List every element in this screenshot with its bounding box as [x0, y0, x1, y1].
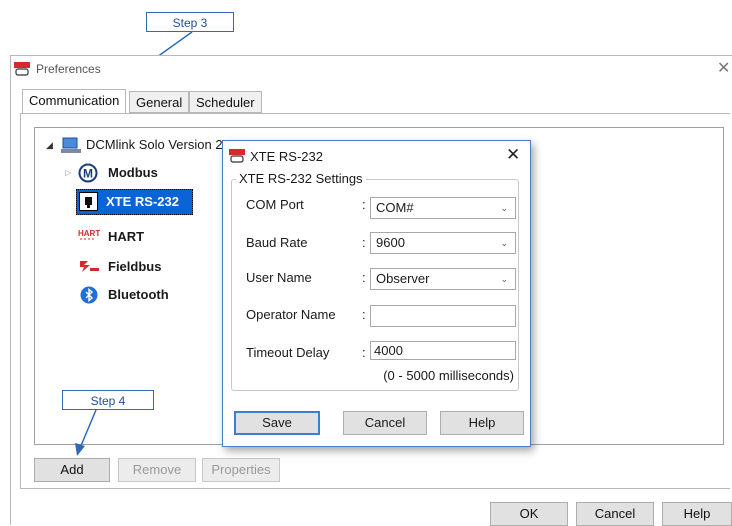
colon: :	[362, 270, 366, 285]
timeout-delay-label: Timeout Delay	[246, 345, 330, 360]
chevron-down-icon: ⌄	[500, 274, 508, 284]
dialog-logo-icon	[229, 149, 245, 163]
dialog-title: XTE RS-232	[250, 149, 323, 164]
operator-name-label: Operator Name	[246, 307, 336, 322]
colon: :	[362, 197, 366, 212]
footer-help-button[interactable]: Help	[662, 502, 732, 526]
baud-rate-select[interactable]: 9600 ⌄	[370, 232, 516, 254]
com-port-value: COM#	[376, 200, 414, 215]
colon: :	[362, 307, 366, 322]
colon: :	[362, 235, 366, 250]
chevron-down-icon: ⌄	[500, 238, 508, 248]
add-button[interactable]: Add	[34, 458, 110, 482]
chevron-down-icon: ⌄	[500, 203, 508, 213]
dialog-close-icon[interactable]: ✕	[506, 145, 520, 165]
user-name-value: Observer	[376, 271, 430, 286]
user-name-label: User Name	[246, 270, 312, 285]
com-port-label: COM Port	[246, 197, 304, 212]
ok-button[interactable]: OK	[490, 502, 568, 526]
save-button[interactable]: Save	[234, 411, 320, 435]
timeout-delay-input[interactable]: 4000	[370, 341, 516, 360]
footer-cancel-button[interactable]: Cancel	[576, 502, 654, 526]
remove-button[interactable]: Remove	[118, 458, 196, 482]
baud-rate-value: 9600	[376, 235, 405, 250]
dialog-cancel-button[interactable]: Cancel	[343, 411, 427, 435]
timeout-range-hint: (0 - 5000 milliseconds)	[383, 368, 514, 383]
settings-group: XTE RS-232 Settings COM Port : COM# ⌄ Bau…	[231, 171, 519, 391]
user-name-select[interactable]: Observer ⌄	[370, 268, 516, 290]
xte-rs232-dialog: XTE RS-232 ✕ XTE RS-232 Settings COM Por…	[222, 140, 531, 447]
settings-group-label: XTE RS-232 Settings	[236, 171, 366, 186]
com-port-select[interactable]: COM# ⌄	[370, 197, 516, 219]
baud-rate-label: Baud Rate	[246, 235, 308, 250]
colon: :	[362, 345, 366, 360]
properties-button[interactable]: Properties	[202, 458, 280, 482]
dialog-help-button[interactable]: Help	[440, 411, 524, 435]
operator-name-input[interactable]	[370, 305, 516, 327]
